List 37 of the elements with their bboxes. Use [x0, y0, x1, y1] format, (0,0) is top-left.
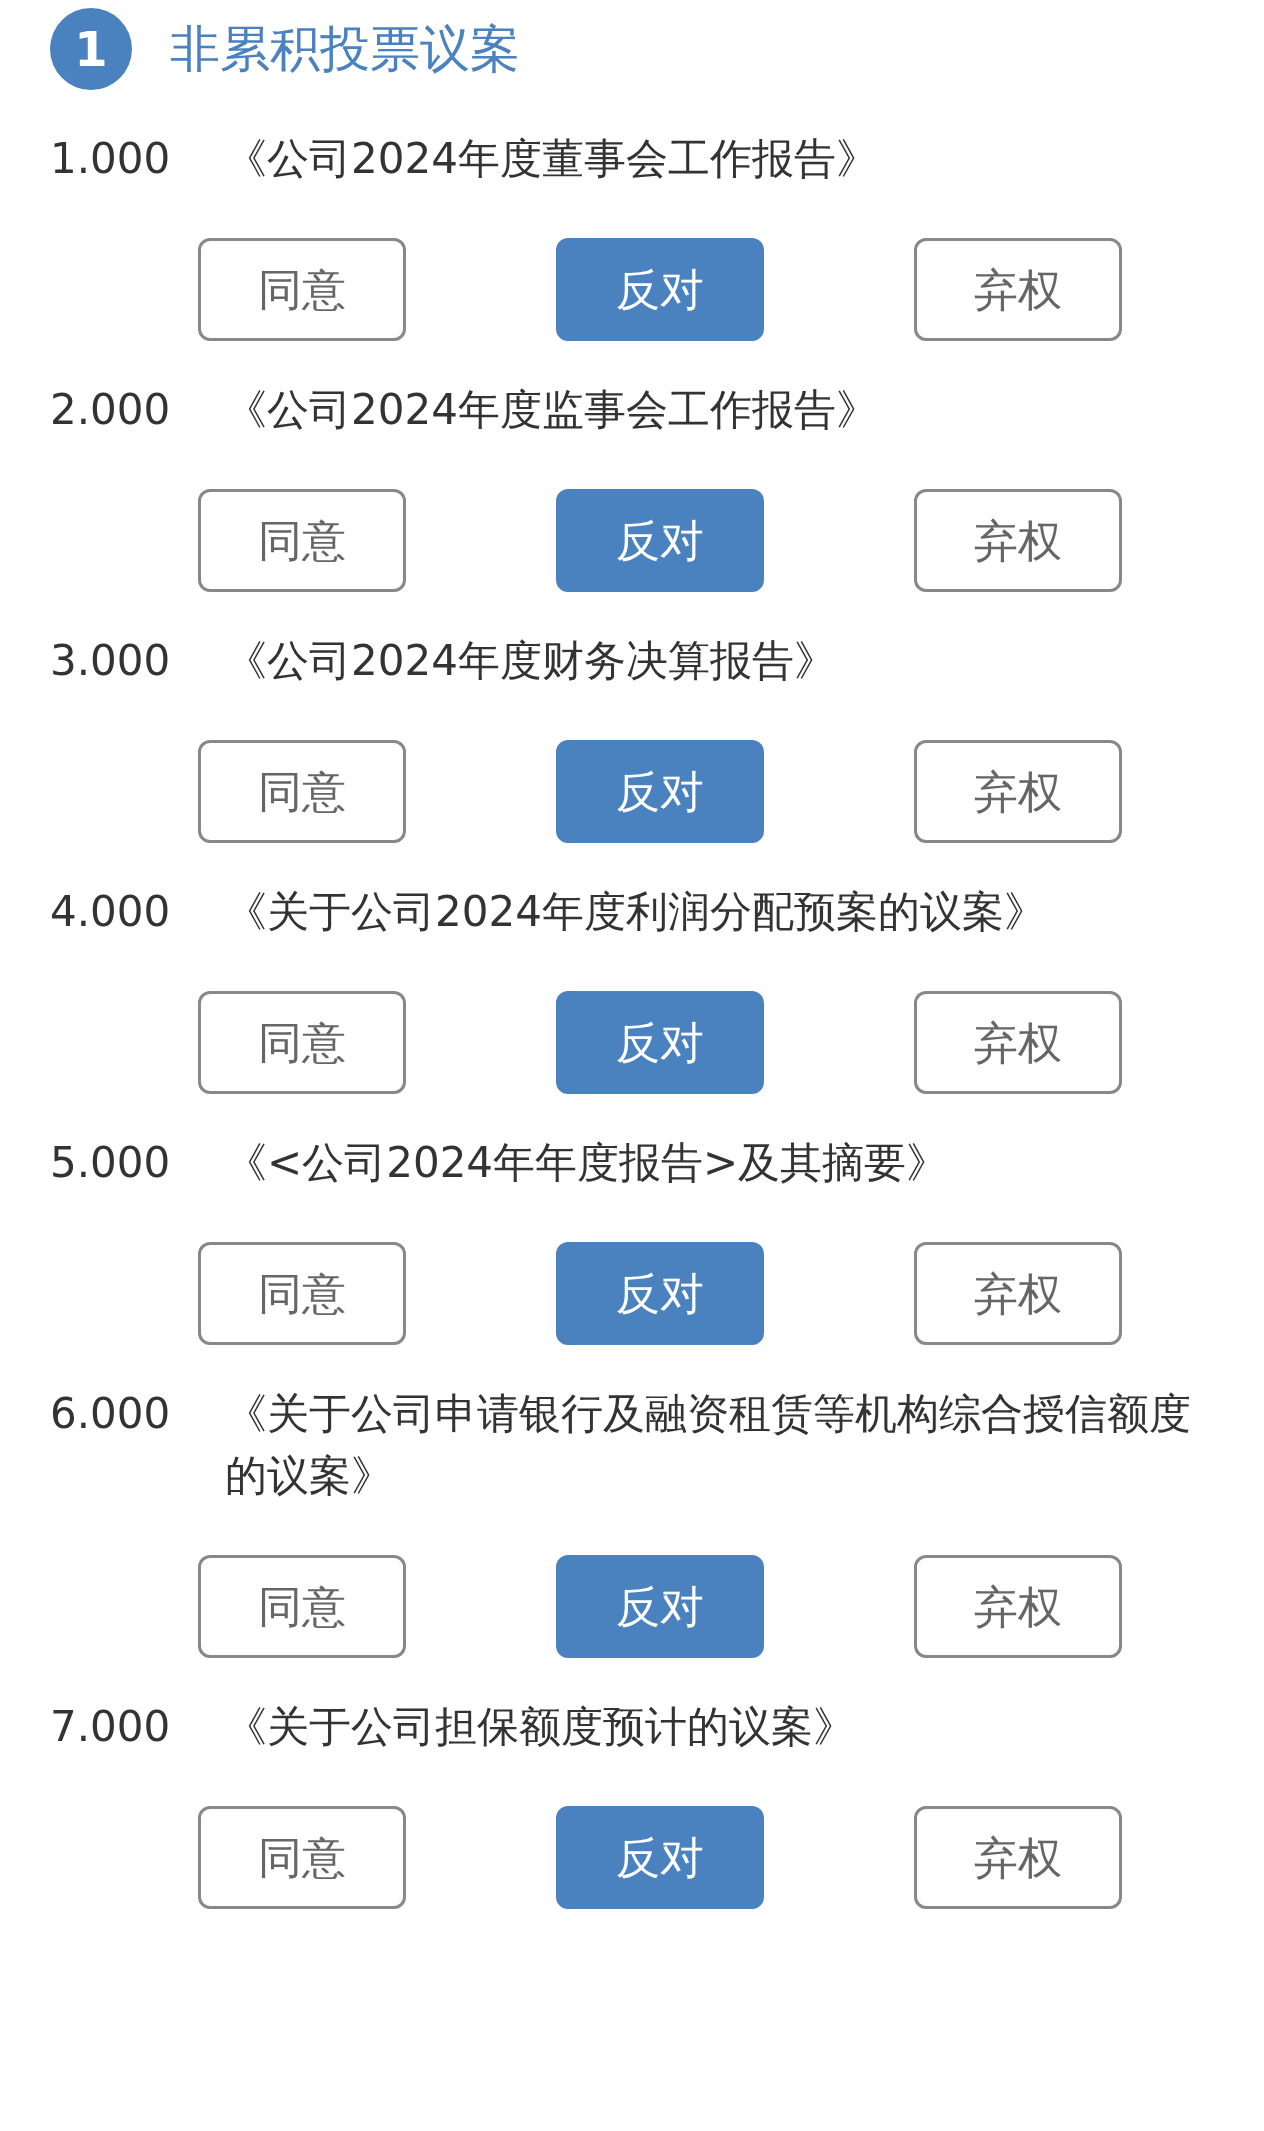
proposal-title: 《关于公司担保额度预计的议案》	[225, 1701, 855, 1753]
proposal-number: 4.000	[50, 886, 172, 938]
vote-option-button[interactable]: 同意	[198, 1242, 406, 1345]
vote-option-button[interactable]: 同意	[198, 489, 406, 592]
proposal-number: 5.000	[50, 1137, 172, 1189]
proposal-title: 《关于公司2024年度利润分配预案的议案》	[225, 886, 1046, 938]
vote-option-button[interactable]: 反对	[556, 1806, 764, 1909]
proposal-number: 3.000	[50, 635, 172, 687]
vote-option-button[interactable]: 反对	[556, 1242, 764, 1345]
vote-option-button[interactable]: 弃权	[914, 1555, 1122, 1658]
vote-option-button[interactable]: 弃权	[914, 1242, 1122, 1345]
vote-option-button[interactable]: 反对	[556, 740, 764, 843]
vote-option-button[interactable]: 同意	[198, 740, 406, 843]
proposal-number: 7.000	[50, 1701, 172, 1753]
proposal-number: 2.000	[50, 384, 172, 436]
section-title: 非累积投票议案	[170, 18, 520, 80]
vote-option-button[interactable]: 反对	[556, 1555, 764, 1658]
proposal-number: 6.000	[50, 1388, 172, 1440]
vote-option-button[interactable]: 弃权	[914, 740, 1122, 843]
section-number-badge: 1	[50, 8, 132, 90]
vote-option-button[interactable]: 弃权	[914, 1806, 1122, 1909]
vote-option-button[interactable]: 反对	[556, 238, 764, 341]
vote-option-button[interactable]: 同意	[198, 991, 406, 1094]
vote-option-button[interactable]: 弃权	[914, 489, 1122, 592]
vote-option-button[interactable]: 同意	[198, 1555, 406, 1658]
proposal-title: 《公司2024年度董事会工作报告》	[225, 133, 878, 185]
proposal-title: 《公司2024年度财务决算报告》	[225, 635, 836, 687]
vote-option-button[interactable]: 弃权	[914, 238, 1122, 341]
vote-option-button[interactable]: 反对	[556, 991, 764, 1094]
proposal-number: 1.000	[50, 133, 172, 185]
vote-option-button[interactable]: 同意	[198, 238, 406, 341]
proposal-title: 《关于公司申请银行及融资租赁等机构综合授信额度的议案》	[225, 1388, 1192, 1502]
vote-option-button[interactable]: 反对	[556, 489, 764, 592]
vote-option-button[interactable]: 弃权	[914, 991, 1122, 1094]
proposal-title: 《<公司2024年年度报告>及其摘要》	[225, 1137, 949, 1189]
proposal-title: 《公司2024年度监事会工作报告》	[225, 384, 878, 436]
vote-option-button[interactable]: 同意	[198, 1806, 406, 1909]
